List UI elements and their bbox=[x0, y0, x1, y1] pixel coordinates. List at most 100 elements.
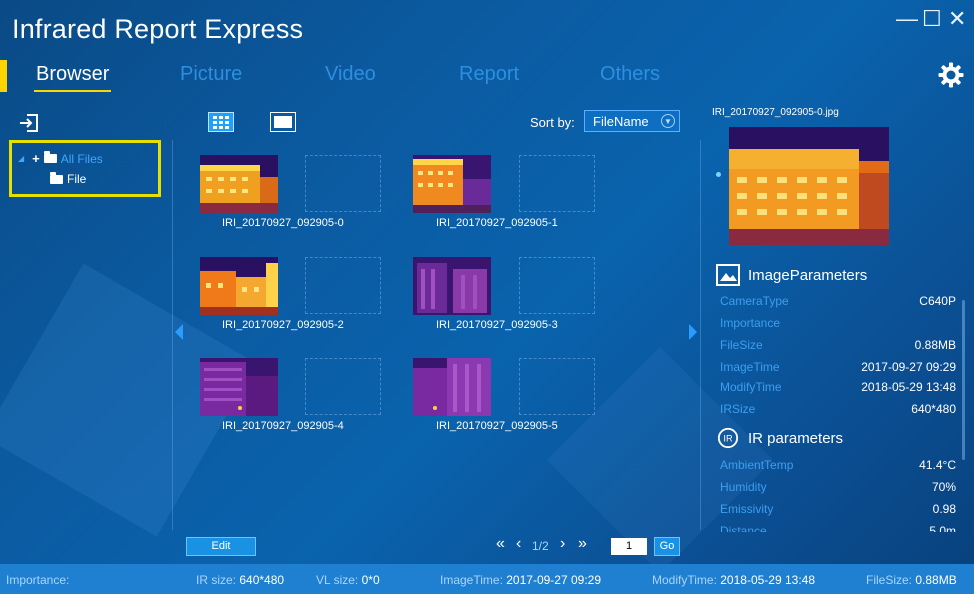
close-button[interactable]: ✕ bbox=[948, 8, 966, 30]
grid-view-button[interactable] bbox=[208, 112, 234, 132]
scrollbar[interactable] bbox=[962, 300, 965, 460]
minimize-button[interactable]: — bbox=[896, 8, 918, 30]
settings-gear-icon[interactable] bbox=[938, 62, 964, 88]
param-value: 70% bbox=[931, 480, 956, 494]
param-row: AmbientTemp 41.4°C bbox=[720, 458, 956, 472]
thumbnail-image[interactable] bbox=[200, 257, 278, 315]
thumbnail-label: IRI_20170927_092905-4 bbox=[222, 420, 344, 432]
thumbnail-image[interactable] bbox=[413, 155, 491, 213]
folder-icon bbox=[43, 151, 57, 163]
param-key: Humidity bbox=[720, 480, 767, 494]
param-value: 5.0m bbox=[929, 524, 956, 532]
param-key: IRSize bbox=[720, 402, 756, 416]
collapse-arrow-icon[interactable]: ◢ bbox=[18, 154, 24, 163]
tree-item-file[interactable]: File bbox=[50, 171, 87, 186]
pager-first-button[interactable]: « bbox=[496, 535, 505, 553]
pager-prev-button[interactable]: ‹ bbox=[516, 535, 521, 553]
edit-button[interactable]: Edit bbox=[186, 537, 256, 556]
param-row: FileSize 0.88MB bbox=[720, 338, 956, 352]
thermal-building-preview bbox=[729, 127, 889, 245]
thumbnail-image[interactable] bbox=[413, 358, 491, 416]
ir-icon: IR bbox=[717, 427, 739, 449]
thermal-building-image bbox=[200, 257, 278, 315]
preview-image[interactable] bbox=[729, 127, 889, 245]
param-key: CameraType bbox=[720, 294, 789, 308]
thumbnail-placeholder bbox=[519, 358, 595, 415]
thermal-building-image bbox=[413, 155, 491, 213]
param-row: ModifyTime 2018-05-29 13:48 bbox=[720, 380, 956, 394]
status-ir-size-label: IR size: bbox=[196, 573, 237, 587]
tab-others[interactable]: Others bbox=[600, 63, 660, 86]
param-key: AmbientTemp bbox=[720, 458, 794, 472]
param-key: Importance bbox=[720, 316, 781, 330]
svg-text:IR: IR bbox=[723, 434, 733, 444]
status-bar: Importance: IR size: 640*480 VL size: 0*… bbox=[0, 564, 974, 594]
pager-next-button[interactable]: › bbox=[560, 535, 565, 553]
app-title: Infrared Report Express bbox=[12, 14, 304, 44]
param-row: Importance bbox=[720, 316, 956, 330]
tree-label-all-files: All Files bbox=[60, 151, 103, 166]
param-value: 640*480 bbox=[911, 402, 956, 416]
status-image-time-value: 2017-09-27 09:29 bbox=[506, 573, 601, 587]
param-key: ModifyTime bbox=[720, 380, 782, 394]
status-ir-size-value: 640*480 bbox=[239, 573, 285, 587]
thumbnail-placeholder bbox=[305, 358, 381, 415]
tree-item-all-files[interactable]: ◢ + All Files bbox=[18, 151, 103, 166]
param-row: Humidity 70% bbox=[720, 480, 956, 494]
sort-by-select[interactable]: FileName ▼ bbox=[584, 110, 680, 132]
sort-by-value: FileName bbox=[593, 114, 649, 129]
status-modify-time-value: 2018-05-29 13:48 bbox=[720, 573, 815, 587]
status-vl-size-value: 0*0 bbox=[361, 573, 380, 587]
status-file-size: FileSize: 0.88MB bbox=[866, 573, 957, 587]
thumbnail-image[interactable] bbox=[200, 155, 278, 213]
next-arrow-icon[interactable] bbox=[689, 324, 697, 340]
param-row-clip: Distance 5.0m bbox=[720, 522, 956, 532]
status-ir-size: IR size: 640*480 bbox=[196, 573, 284, 587]
main-tabs: Browser Picture Video Report Others bbox=[0, 60, 974, 94]
param-key: Emissivity bbox=[720, 502, 774, 516]
single-view-icon bbox=[274, 116, 292, 128]
pager-page-text: 1/2 bbox=[532, 539, 549, 553]
param-row: IRSize 640*480 bbox=[720, 402, 956, 416]
tab-browser[interactable]: Browser bbox=[33, 63, 112, 92]
image-parameters-title: ImageParameters bbox=[748, 266, 868, 284]
folder-icon bbox=[50, 171, 63, 184]
status-vl-size-label: VL size: bbox=[316, 573, 359, 587]
param-row: ImageTime 2017-09-27 09:29 bbox=[720, 360, 956, 374]
import-icon[interactable] bbox=[18, 112, 40, 134]
tab-video[interactable]: Video bbox=[325, 63, 376, 86]
param-row: Emissivity 0.98 bbox=[720, 502, 956, 516]
pager-last-button[interactable]: » bbox=[578, 535, 587, 553]
file-tree-highlight bbox=[9, 140, 161, 197]
tab-picture[interactable]: Picture bbox=[180, 63, 242, 86]
thumbnail-image[interactable] bbox=[200, 358, 278, 416]
thumbnail-label: IRI_20170927_092905-5 bbox=[436, 420, 558, 432]
thumbnail-label: IRI_20170927_092905-0 bbox=[222, 217, 344, 229]
left-divider bbox=[172, 140, 173, 530]
indicator-dot bbox=[716, 172, 721, 177]
single-view-button[interactable] bbox=[270, 112, 296, 132]
tree-label-file: File bbox=[67, 172, 87, 186]
expand-plus-icon[interactable]: + bbox=[32, 151, 40, 166]
thumbnail-label: IRI_20170927_092905-2 bbox=[222, 319, 344, 331]
maximize-button[interactable]: ☐ bbox=[922, 8, 942, 30]
ir-parameters-title: IR parameters bbox=[748, 429, 844, 447]
status-modify-time-label: ModifyTime: bbox=[652, 573, 717, 587]
param-value: 41.4°C bbox=[919, 458, 956, 472]
go-button[interactable]: Go bbox=[654, 537, 680, 556]
thermal-building-image bbox=[200, 155, 278, 213]
param-row: Distance 5.0m bbox=[720, 524, 956, 532]
preview-filename: IRI_20170927_092905-0.jpg bbox=[712, 107, 839, 118]
thermal-building-image bbox=[200, 358, 278, 416]
page-number-input[interactable]: 1 bbox=[611, 538, 647, 555]
thumbnail-placeholder bbox=[305, 257, 381, 314]
tab-report[interactable]: Report bbox=[459, 63, 519, 86]
status-file-size-value: 0.88MB bbox=[915, 573, 957, 587]
thumbnail-placeholder bbox=[519, 257, 595, 314]
previous-arrow-icon[interactable] bbox=[175, 324, 183, 340]
thumbnail-image[interactable] bbox=[413, 257, 491, 315]
status-vl-size: VL size: 0*0 bbox=[316, 573, 380, 587]
param-key: FileSize bbox=[720, 338, 763, 352]
chevron-down-icon: ▼ bbox=[661, 114, 675, 128]
ir-parameters-header: IR IR parameters bbox=[716, 427, 843, 449]
